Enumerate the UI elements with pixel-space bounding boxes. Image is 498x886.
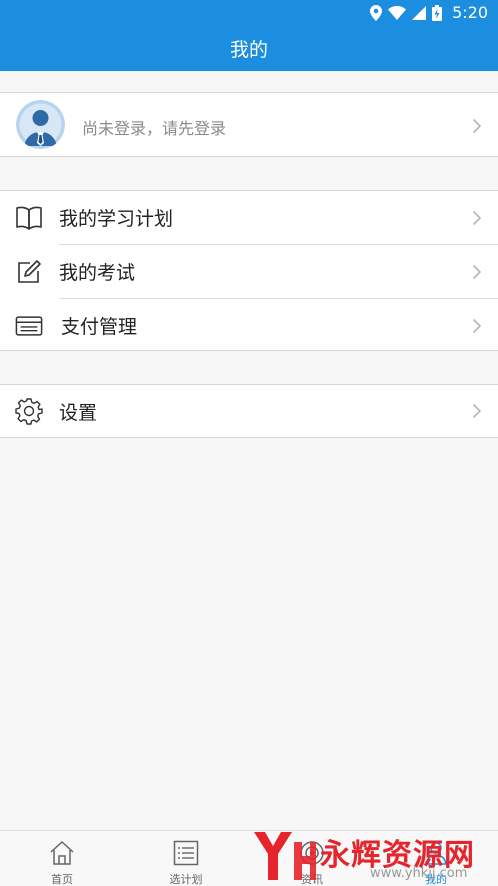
chevron-right-icon [470, 316, 484, 336]
avatar-icon [16, 100, 65, 149]
profile-chevron-holder [0, 93, 498, 158]
watermark-logo-icon [254, 832, 316, 880]
menu-item-label: 我的学习计划 [59, 208, 174, 230]
list-icon [172, 839, 200, 867]
watermark: 永辉资源网 www.yhkjj.com [250, 826, 498, 886]
chevron-right-icon [470, 116, 484, 136]
status-time: 5:20 [452, 3, 488, 22]
menu-group-settings: 设置 [0, 384, 498, 438]
menu-item-label: 我的考试 [59, 262, 136, 284]
menu-group-main: 我的学习计划 我的考试 支付管理 [0, 190, 498, 351]
home-icon [48, 839, 76, 867]
menu-item-label: 支付管理 [61, 316, 138, 338]
tab-plans[interactable]: 选计划 [124, 831, 248, 886]
gear-icon [15, 397, 43, 425]
signal-icon [412, 6, 427, 20]
battery-icon [432, 5, 443, 21]
chevron-right-icon [470, 401, 484, 421]
menu-item-label: 设置 [59, 401, 98, 424]
menu-item-settings[interactable]: 设置 [0, 385, 498, 437]
login-prompt: 尚未登录，请先登录 [82, 119, 227, 138]
profile-row[interactable]: 尚未登录，请先登录 [0, 92, 498, 157]
edit-icon [15, 258, 43, 286]
tab-home[interactable]: 首页 [0, 831, 124, 886]
location-icon [370, 5, 383, 21]
tab-label: 首页 [51, 873, 73, 886]
book-icon [15, 204, 43, 232]
title-bar: 我的 [0, 26, 498, 71]
wifi-icon [388, 6, 407, 20]
watermark-url: www.yhkjj.com [370, 866, 468, 881]
chevron-right-icon [470, 208, 484, 228]
menu-item-study-plan[interactable]: 我的学习计划 [0, 191, 498, 244]
status-bar: 5:20 [0, 0, 498, 26]
chevron-right-icon [470, 262, 484, 282]
menu-item-payment[interactable]: 支付管理 [0, 299, 498, 352]
menu-item-my-exams[interactable]: 我的考试 [0, 245, 498, 298]
page-title: 我的 [229, 39, 268, 61]
avatar [16, 100, 65, 149]
tab-label: 选计划 [169, 873, 203, 886]
card-icon [15, 312, 43, 340]
status-icons: 5:20 [370, 3, 488, 23]
